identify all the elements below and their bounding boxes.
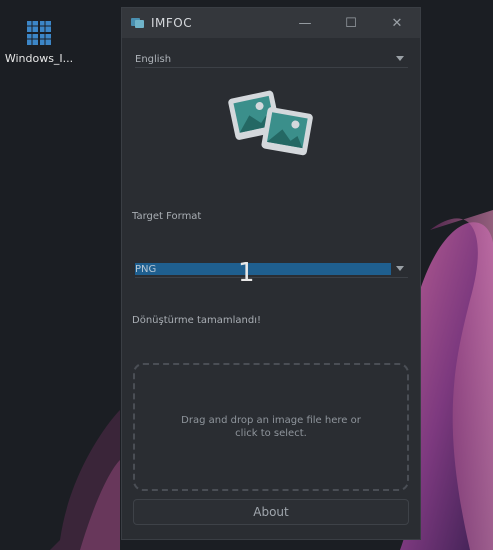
close-button[interactable]: ✕ — [374, 8, 420, 38]
app-icon — [131, 18, 144, 28]
format-select-value: PNG — [135, 263, 157, 275]
photos-icon — [228, 90, 313, 156]
maximize-button[interactable]: ☐ — [328, 8, 374, 38]
app-window: IMFOC — ☐ ✕ English Target Format PNG 1 … — [121, 7, 421, 540]
desktop-icon-windows[interactable]: Windows_I... — [4, 20, 74, 65]
desktop-icon-label: Windows_I... — [4, 52, 74, 65]
minimize-button[interactable]: — — [282, 8, 328, 38]
format-select-highlight — [135, 263, 391, 275]
window-title: IMFOC — [151, 16, 193, 30]
status-text: Dönüştürme tamamlandı! — [132, 315, 262, 326]
chevron-down-icon — [396, 266, 404, 271]
language-select-value: English — [135, 53, 172, 65]
title-bar[interactable]: IMFOC — ☐ ✕ — [122, 8, 420, 38]
windows-folder-icon — [27, 21, 51, 45]
format-select[interactable]: PNG — [135, 261, 408, 278]
chevron-down-icon — [396, 56, 404, 61]
drop-zone[interactable]: Drag and drop an image file here or clic… — [133, 363, 409, 491]
language-select[interactable]: English — [135, 51, 408, 68]
target-format-label: Target Format — [132, 211, 202, 222]
drop-zone-text: Drag and drop an image file here or clic… — [181, 415, 361, 439]
about-button[interactable]: About — [133, 499, 409, 525]
overlay-number: 1 — [238, 258, 255, 288]
